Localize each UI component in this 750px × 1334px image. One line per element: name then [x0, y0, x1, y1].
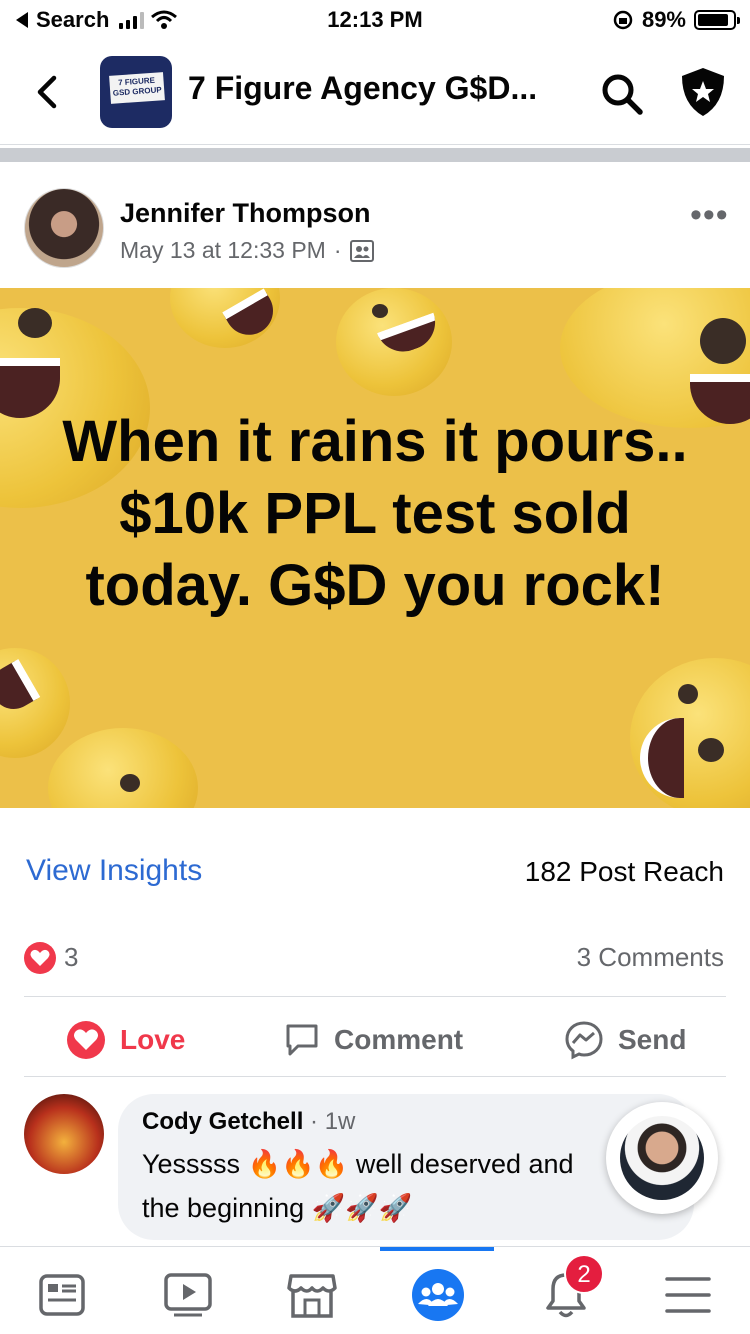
shield-star-icon[interactable] — [678, 66, 728, 118]
battery-percent: 89% — [641, 7, 686, 32]
post-author[interactable]: Jennifer Thompson — [120, 198, 371, 229]
emoji-eye — [18, 308, 52, 338]
chat-head-avatar[interactable] — [606, 1102, 718, 1214]
emoji-eye — [372, 304, 388, 318]
header-divider — [0, 144, 750, 145]
emoji-eye — [120, 774, 140, 792]
emoji-decoration — [48, 728, 198, 808]
comment-author[interactable]: Cody Getchell — [142, 1108, 303, 1135]
post-reach: 182 Post Reach — [524, 856, 724, 887]
commenter-avatar[interactable] — [24, 1094, 104, 1174]
groups-icon[interactable] — [408, 1265, 468, 1325]
rotation-lock-icon — [613, 10, 633, 30]
comment-button[interactable]: Comment — [284, 1012, 463, 1068]
status-right: 89% — [612, 7, 740, 33]
comment-text-line1: Yesssss 🔥🔥🔥 well deserved and — [142, 1149, 574, 1179]
comment-label: Comment — [334, 1024, 464, 1055]
active-tab-indicator — [380, 1247, 494, 1251]
author-avatar[interactable] — [24, 188, 104, 268]
reaction-summary[interactable]: 3 3 Comments — [24, 940, 724, 980]
members-group-icon — [349, 239, 374, 262]
back-chevron-icon[interactable] — [28, 72, 68, 112]
send-button[interactable]: Send — [564, 1012, 686, 1068]
messenger-icon — [565, 1021, 603, 1060]
love-icon — [67, 1021, 105, 1059]
group-thumbnail[interactable]: 7 FIGURE GSD GROUP — [100, 56, 172, 128]
notification-badge: 2 — [564, 1254, 604, 1294]
comments-count[interactable]: 3 Comments — [577, 942, 724, 973]
group-name[interactable]: 7 Figure Agency G$D... — [188, 70, 537, 107]
post-image[interactable]: When it rains it pours.. $10k PPL test s… — [0, 288, 750, 808]
group-header: 7 FIGURE GSD GROUP 7 Figure Agency G$D..… — [0, 48, 750, 138]
emoji-eye — [678, 684, 698, 704]
post-meta: May 13 at 12:33 PM · — [120, 237, 374, 264]
status-bar: Search 12:13 PM 89% — [0, 0, 750, 40]
reaction-count: 3 — [64, 942, 79, 972]
love-label: Love — [120, 1024, 186, 1055]
bottom-nav — [0, 1246, 750, 1334]
comment-time: · 1w — [310, 1108, 356, 1135]
battery-fill — [698, 14, 729, 26]
marketplace-icon[interactable] — [282, 1265, 342, 1325]
send-label: Send — [618, 1024, 687, 1055]
post-timestamp[interactable]: May 13 at 12:33 PM — [120, 237, 326, 264]
chat-head-photo — [620, 1116, 704, 1200]
more-dots-icon[interactable]: ••• — [690, 196, 729, 235]
search-icon[interactable] — [598, 70, 646, 118]
comment-author-line: Cody Getchell · 1w — [142, 1108, 355, 1136]
love-button[interactable]: Love — [66, 1012, 185, 1068]
view-insights-link[interactable]: View Insights — [26, 854, 202, 888]
divider — [24, 996, 726, 997]
watch-icon[interactable] — [158, 1265, 218, 1325]
emoji-eye — [700, 318, 746, 364]
emoji-eye — [698, 738, 724, 762]
news-feed-icon[interactable] — [32, 1265, 92, 1325]
post-image-text: When it rains it pours.. $10k PPL test s… — [62, 409, 688, 618]
meta-separator: · — [333, 237, 342, 263]
section-divider — [0, 148, 750, 162]
post-actions: Love Comment Send — [0, 1012, 750, 1068]
menu-icon[interactable] — [658, 1265, 718, 1325]
divider — [24, 1076, 726, 1077]
comment-icon — [286, 1024, 318, 1056]
battery-icon — [694, 10, 740, 30]
group-thumb-text: 7 FIGURE GSD GROUP — [109, 72, 165, 104]
comment-text-line2: the beginning 🚀🚀🚀 — [142, 1193, 413, 1223]
love-reaction-icon — [24, 942, 56, 974]
